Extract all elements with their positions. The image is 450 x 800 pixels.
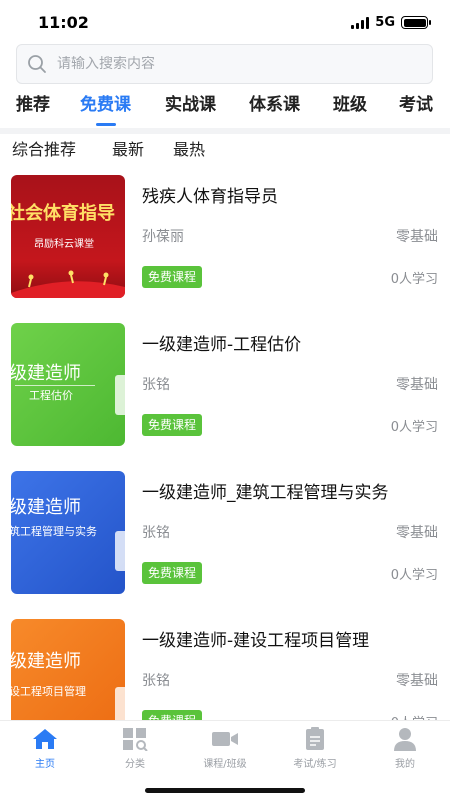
sort-hottest[interactable]: 最热 <box>173 136 205 160</box>
free-course-badge: 免费课程 <box>142 710 203 720</box>
signal-icon <box>351 16 370 29</box>
nav-exams[interactable]: 考试/练习 <box>270 727 360 771</box>
search-icon <box>17 44 57 84</box>
nav-profile-label: 我的 <box>395 759 415 770</box>
sort-options: 综合推荐 最新 最热 <box>0 134 450 160</box>
thumbnail-title: 级建造师 <box>11 497 81 518</box>
nav-courses[interactable]: 课程/班级 <box>180 727 270 771</box>
course-title: 残疾人体育指导员 <box>142 187 278 207</box>
tab-recommend[interactable]: 推荐 <box>16 84 50 130</box>
course-level: 零基础 <box>396 377 438 393</box>
category-icon <box>121 727 149 751</box>
tab-exams[interactable]: 考试 <box>399 84 433 130</box>
nav-home-label: 主页 <box>35 759 55 770</box>
sports-figures-icon <box>11 270 125 298</box>
tab-classes[interactable]: 班级 <box>333 84 367 130</box>
learner-count: 0人学习 <box>390 272 438 287</box>
course-thumbnail: 级建造师 设工程项目管理 <box>11 619 125 720</box>
course-item[interactable]: 级建造师 工程估价 一级建造师-工程估价 张铭 零基础 免费课程 0人学习 <box>0 308 450 456</box>
search-bar[interactable] <box>16 44 433 84</box>
sort-comprehensive[interactable]: 综合推荐 <box>12 136 76 160</box>
tab-free-courses[interactable]: 免费课 <box>80 84 131 130</box>
video-icon <box>211 727 239 751</box>
course-title: 一级建造师-建设工程项目管理 <box>142 631 370 651</box>
course-item[interactable]: 级建造师 设工程项目管理 一级建造师-建设工程项目管理 张铭 零基础 免费课程 … <box>0 604 450 720</box>
thumbnail-title: 级建造师 <box>11 363 81 384</box>
nav-courses-label: 课程/班级 <box>203 759 247 770</box>
course-item[interactable]: 社会体育指导 昂励科云课堂 残疾人体育指导员 孙葆丽 零基础 免费课程 0人学习 <box>0 160 450 308</box>
thumbnail-title: 级建造师 <box>11 651 81 672</box>
course-teacher: 张铭 <box>142 525 170 541</box>
category-tabs: 推荐 免费课 实战课 体系课 班级 考试 <box>0 84 450 130</box>
nav-category-label: 分类 <box>125 759 145 770</box>
thumbnail-title: 社会体育指导 <box>11 203 115 224</box>
course-level: 零基础 <box>396 673 438 689</box>
course-level: 零基础 <box>396 525 438 541</box>
learner-count: 0人学习 <box>391 712 438 720</box>
tab-practical-courses[interactable]: 实战课 <box>165 84 216 130</box>
exam-icon <box>301 727 329 751</box>
tab-system-courses[interactable]: 体系课 <box>249 84 300 130</box>
status-time: 11:02 <box>38 13 89 32</box>
sort-newest[interactable]: 最新 <box>112 136 144 160</box>
thumbnail-subtitle: 工程估价 <box>29 389 73 402</box>
free-course-badge: 免费课程 <box>142 562 203 584</box>
nav-exams-label: 考试/练习 <box>293 759 337 770</box>
course-item[interactable]: 级建造师 筑工程管理与实务 一级建造师_建筑工程管理与实务 张铭 零基础 免费课… <box>0 456 450 604</box>
home-indicator <box>145 788 305 793</box>
profile-icon <box>391 727 419 751</box>
course-teacher: 孙葆丽 <box>142 229 184 245</box>
status-indicators: 5G <box>351 15 431 30</box>
course-thumbnail: 级建造师 工程估价 <box>11 323 125 446</box>
course-list: 社会体育指导 昂励科云课堂 残疾人体育指导员 孙葆丽 零基础 免费课程 0人学习… <box>0 160 450 720</box>
home-icon <box>31 727 59 751</box>
course-title: 一级建造师_建筑工程管理与实务 <box>142 483 389 503</box>
network-label: 5G <box>375 15 395 30</box>
nav-home[interactable]: 主页 <box>0 727 90 771</box>
nav-profile[interactable]: 我的 <box>360 727 450 771</box>
status-bar: 11:02 5G <box>0 0 450 44</box>
course-thumbnail: 社会体育指导 昂励科云课堂 <box>11 175 125 298</box>
course-title: 一级建造师-工程估价 <box>142 335 302 355</box>
learner-count: 0人学习 <box>390 420 438 435</box>
learner-count: 0人学习 <box>390 568 438 583</box>
course-level: 零基础 <box>396 229 438 245</box>
search-input[interactable] <box>57 56 397 72</box>
free-course-badge: 免费课程 <box>142 266 203 288</box>
course-thumbnail: 级建造师 筑工程管理与实务 <box>11 471 125 594</box>
thumbnail-subtitle: 设工程项目管理 <box>11 685 86 698</box>
thumbnail-subtitle: 昂励科云课堂 <box>34 239 94 250</box>
course-teacher: 张铭 <box>142 377 170 393</box>
thumbnail-subtitle: 筑工程管理与实务 <box>11 525 97 538</box>
free-course-badge: 免费课程 <box>142 414 203 436</box>
course-teacher: 张铭 <box>142 673 170 689</box>
battery-icon <box>401 16 431 29</box>
nav-category[interactable]: 分类 <box>90 727 180 771</box>
